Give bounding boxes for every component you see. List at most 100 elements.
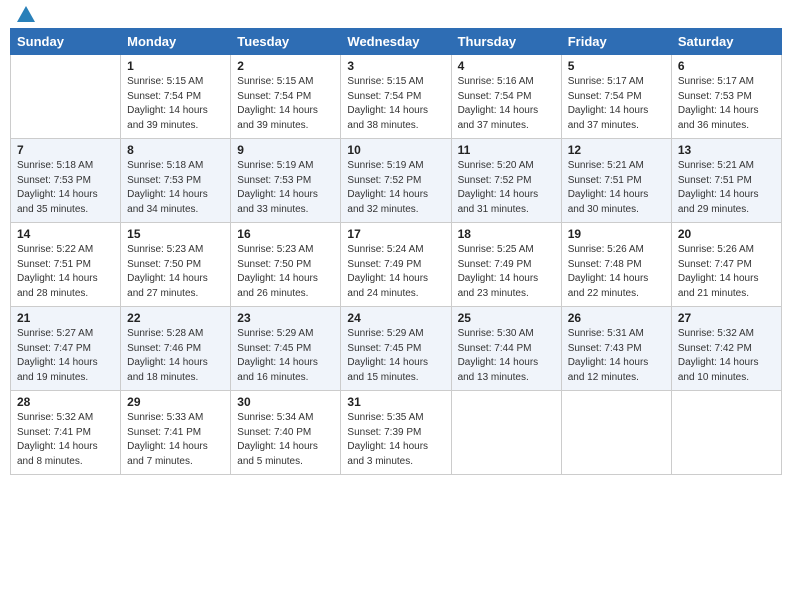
day-number: 10: [347, 143, 444, 157]
calendar-cell: 6 Sunrise: 5:17 AM Sunset: 7:53 PM Daylig…: [671, 55, 781, 139]
day-number: 7: [17, 143, 114, 157]
day-number: 24: [347, 311, 444, 325]
day-number: 20: [678, 227, 775, 241]
day-number: 19: [568, 227, 665, 241]
calendar-cell: 24 Sunrise: 5:29 AM Sunset: 7:45 PM Dayli…: [341, 307, 451, 391]
day-number: 12: [568, 143, 665, 157]
day-info: Sunrise: 5:15 AM Sunset: 7:54 PM Dayligh…: [347, 75, 444, 133]
day-number: 2: [237, 59, 334, 73]
calendar-cell: 7 Sunrise: 5:18 AM Sunset: 7:53 PM Daylig…: [11, 139, 121, 223]
day-info: Sunrise: 5:34 AM Sunset: 7:40 PM Dayligh…: [237, 411, 334, 469]
calendar-table: SundayMondayTuesdayWednesdayThursdayFrid…: [10, 28, 782, 475]
calendar-cell: 20 Sunrise: 5:26 AM Sunset: 7:47 PM Dayli…: [671, 223, 781, 307]
day-number: 30: [237, 395, 334, 409]
day-number: 5: [568, 59, 665, 73]
day-number: 15: [127, 227, 224, 241]
day-info: Sunrise: 5:15 AM Sunset: 7:54 PM Dayligh…: [127, 75, 224, 133]
day-info: Sunrise: 5:17 AM Sunset: 7:54 PM Dayligh…: [568, 75, 665, 133]
calendar-cell: [451, 391, 561, 475]
day-info: Sunrise: 5:23 AM Sunset: 7:50 PM Dayligh…: [127, 243, 224, 301]
calendar-cell: 25 Sunrise: 5:30 AM Sunset: 7:44 PM Dayli…: [451, 307, 561, 391]
day-number: 1: [127, 59, 224, 73]
day-number: 17: [347, 227, 444, 241]
logo-triangle-icon: [17, 6, 35, 22]
day-info: Sunrise: 5:29 AM Sunset: 7:45 PM Dayligh…: [237, 327, 334, 385]
day-number: 11: [458, 143, 555, 157]
day-number: 3: [347, 59, 444, 73]
day-number: 21: [17, 311, 114, 325]
day-info: Sunrise: 5:24 AM Sunset: 7:49 PM Dayligh…: [347, 243, 444, 301]
day-info: Sunrise: 5:15 AM Sunset: 7:54 PM Dayligh…: [237, 75, 334, 133]
day-info: Sunrise: 5:32 AM Sunset: 7:41 PM Dayligh…: [17, 411, 114, 469]
calendar-header-row: SundayMondayTuesdayWednesdayThursdayFrid…: [11, 29, 782, 55]
calendar-week-row: 1 Sunrise: 5:15 AM Sunset: 7:54 PM Daylig…: [11, 55, 782, 139]
day-info: Sunrise: 5:25 AM Sunset: 7:49 PM Dayligh…: [458, 243, 555, 301]
day-number: 18: [458, 227, 555, 241]
day-info: Sunrise: 5:28 AM Sunset: 7:46 PM Dayligh…: [127, 327, 224, 385]
day-info: Sunrise: 5:19 AM Sunset: 7:53 PM Dayligh…: [237, 159, 334, 217]
day-info: Sunrise: 5:18 AM Sunset: 7:53 PM Dayligh…: [17, 159, 114, 217]
calendar-cell: 23 Sunrise: 5:29 AM Sunset: 7:45 PM Dayli…: [231, 307, 341, 391]
calendar-cell: 17 Sunrise: 5:24 AM Sunset: 7:49 PM Dayli…: [341, 223, 451, 307]
day-info: Sunrise: 5:22 AM Sunset: 7:51 PM Dayligh…: [17, 243, 114, 301]
day-info: Sunrise: 5:21 AM Sunset: 7:51 PM Dayligh…: [568, 159, 665, 217]
day-info: Sunrise: 5:29 AM Sunset: 7:45 PM Dayligh…: [347, 327, 444, 385]
day-number: 8: [127, 143, 224, 157]
calendar-cell: 3 Sunrise: 5:15 AM Sunset: 7:54 PM Daylig…: [341, 55, 451, 139]
calendar-cell: 2 Sunrise: 5:15 AM Sunset: 7:54 PM Daylig…: [231, 55, 341, 139]
day-info: Sunrise: 5:21 AM Sunset: 7:51 PM Dayligh…: [678, 159, 775, 217]
calendar-cell: 30 Sunrise: 5:34 AM Sunset: 7:40 PM Dayli…: [231, 391, 341, 475]
calendar-day-header: Thursday: [451, 29, 561, 55]
calendar-cell: 11 Sunrise: 5:20 AM Sunset: 7:52 PM Dayli…: [451, 139, 561, 223]
day-number: 16: [237, 227, 334, 241]
calendar-cell: 31Sunrise: 5:35 AM Sunset: 7:39 PM Dayli…: [341, 391, 451, 475]
day-info: Sunrise: 5:30 AM Sunset: 7:44 PM Dayligh…: [458, 327, 555, 385]
day-number: 25: [458, 311, 555, 325]
calendar-cell: 22Sunrise: 5:28 AM Sunset: 7:46 PM Dayli…: [121, 307, 231, 391]
day-info: Sunrise: 5:26 AM Sunset: 7:47 PM Dayligh…: [678, 243, 775, 301]
calendar-week-row: 14 Sunrise: 5:22 AM Sunset: 7:51 PM Dayli…: [11, 223, 782, 307]
calendar-week-row: 7 Sunrise: 5:18 AM Sunset: 7:53 PM Daylig…: [11, 139, 782, 223]
calendar-cell: 29 Sunrise: 5:33 AM Sunset: 7:41 PM Dayli…: [121, 391, 231, 475]
day-number: 6: [678, 59, 775, 73]
calendar-cell: 5 Sunrise: 5:17 AM Sunset: 7:54 PM Daylig…: [561, 55, 671, 139]
day-info: Sunrise: 5:33 AM Sunset: 7:41 PM Dayligh…: [127, 411, 224, 469]
calendar-week-row: 21Sunrise: 5:27 AM Sunset: 7:47 PM Dayli…: [11, 307, 782, 391]
calendar-day-header: Saturday: [671, 29, 781, 55]
calendar-cell: 27 Sunrise: 5:32 AM Sunset: 7:42 PM Dayli…: [671, 307, 781, 391]
day-number: 14: [17, 227, 114, 241]
day-number: 29: [127, 395, 224, 409]
day-info: Sunrise: 5:26 AM Sunset: 7:48 PM Dayligh…: [568, 243, 665, 301]
day-info: Sunrise: 5:17 AM Sunset: 7:53 PM Dayligh…: [678, 75, 775, 133]
calendar-cell: 14 Sunrise: 5:22 AM Sunset: 7:51 PM Dayli…: [11, 223, 121, 307]
day-info: Sunrise: 5:20 AM Sunset: 7:52 PM Dayligh…: [458, 159, 555, 217]
day-info: Sunrise: 5:32 AM Sunset: 7:42 PM Dayligh…: [678, 327, 775, 385]
page-header: [10, 10, 782, 22]
day-number: 4: [458, 59, 555, 73]
day-number: 26: [568, 311, 665, 325]
calendar-cell: 13 Sunrise: 5:21 AM Sunset: 7:51 PM Dayli…: [671, 139, 781, 223]
calendar-cell: 8Sunrise: 5:18 AM Sunset: 7:53 PM Daylig…: [121, 139, 231, 223]
day-number: 13: [678, 143, 775, 157]
calendar-day-header: Monday: [121, 29, 231, 55]
calendar-cell: 10 Sunrise: 5:19 AM Sunset: 7:52 PM Dayli…: [341, 139, 451, 223]
calendar-cell: 16 Sunrise: 5:23 AM Sunset: 7:50 PM Dayli…: [231, 223, 341, 307]
day-number: 23: [237, 311, 334, 325]
logo: [14, 10, 35, 22]
calendar-cell: [11, 55, 121, 139]
calendar-cell: 12 Sunrise: 5:21 AM Sunset: 7:51 PM Dayli…: [561, 139, 671, 223]
day-number: 9: [237, 143, 334, 157]
day-info: Sunrise: 5:23 AM Sunset: 7:50 PM Dayligh…: [237, 243, 334, 301]
calendar-cell: 15 Sunrise: 5:23 AM Sunset: 7:50 PM Dayli…: [121, 223, 231, 307]
calendar-cell: 4Sunrise: 5:16 AM Sunset: 7:54 PM Daylig…: [451, 55, 561, 139]
calendar-day-header: Sunday: [11, 29, 121, 55]
calendar-cell: 26Sunrise: 5:31 AM Sunset: 7:43 PM Dayli…: [561, 307, 671, 391]
calendar-cell: 18 Sunrise: 5:25 AM Sunset: 7:49 PM Dayli…: [451, 223, 561, 307]
day-info: Sunrise: 5:35 AM Sunset: 7:39 PM Dayligh…: [347, 411, 444, 469]
calendar-cell: 9 Sunrise: 5:19 AM Sunset: 7:53 PM Daylig…: [231, 139, 341, 223]
calendar-cell: 28 Sunrise: 5:32 AM Sunset: 7:41 PM Dayli…: [11, 391, 121, 475]
calendar-week-row: 28 Sunrise: 5:32 AM Sunset: 7:41 PM Dayli…: [11, 391, 782, 475]
day-info: Sunrise: 5:19 AM Sunset: 7:52 PM Dayligh…: [347, 159, 444, 217]
day-number: 28: [17, 395, 114, 409]
day-number: 27: [678, 311, 775, 325]
